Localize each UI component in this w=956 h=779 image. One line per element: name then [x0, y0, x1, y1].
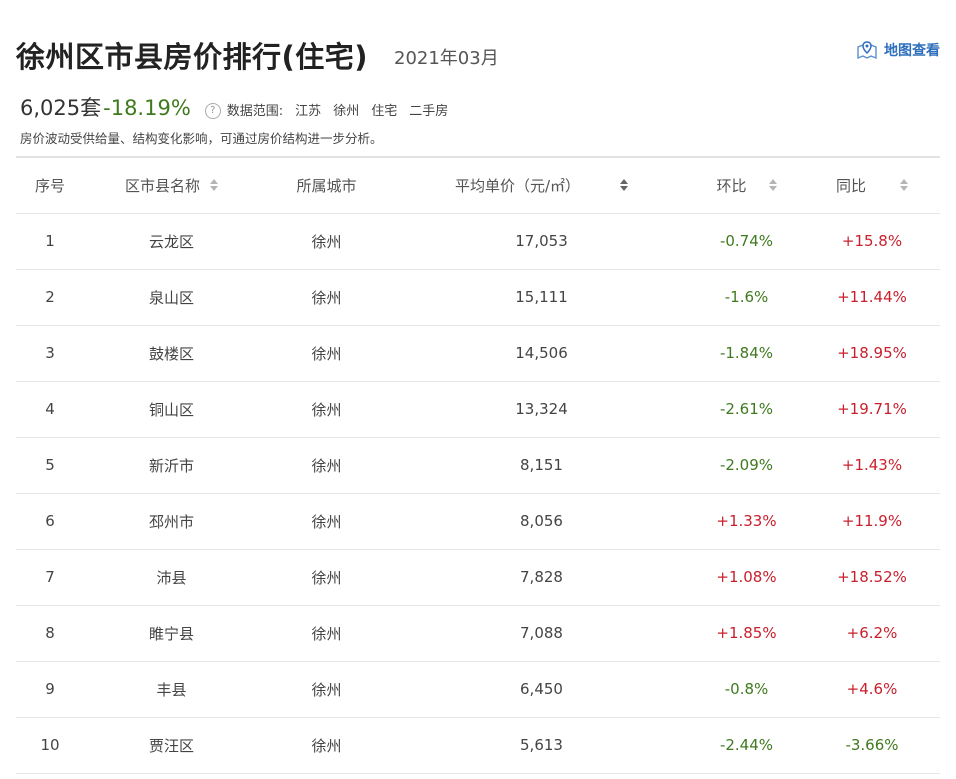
cell-district: 丰县 — [84, 661, 259, 718]
map-view-link[interactable]: 地图查看 — [856, 40, 940, 60]
cell-rank: 2 — [16, 269, 84, 326]
map-pin-icon — [856, 40, 878, 60]
table-row[interactable]: 6 邳州市 徐州 8,056 +1.33% +11.9% — [16, 493, 940, 550]
map-view-label: 地图查看 — [884, 43, 940, 59]
cell-city: 徐州 — [259, 269, 394, 326]
header-price[interactable]: 平均单价（元/㎡） — [394, 157, 689, 214]
cell-rank: 3 — [16, 325, 84, 382]
cell-city: 徐州 — [259, 381, 394, 438]
cell-district: 铜山区 — [84, 381, 259, 438]
cell-rank: 1 — [16, 213, 84, 270]
cell-rank: 4 — [16, 381, 84, 438]
cell-yoy: +4.6% — [804, 661, 940, 718]
cell-price: 13,324 — [394, 381, 689, 438]
price-change: -18.19% — [103, 96, 191, 120]
header-rank: 序号 — [16, 157, 84, 214]
page-header: 徐州区市县房价排行(住宅) 2021年03月 地图查看 — [16, 30, 940, 80]
table-row[interactable]: 9 丰县 徐州 6,450 -0.8% +4.6% — [16, 661, 940, 718]
cell-district: 沛县 — [84, 549, 259, 606]
cell-yoy: +18.52% — [804, 549, 940, 606]
table-row[interactable]: 4 铜山区 徐州 13,324 -2.61% +19.71% — [16, 381, 940, 438]
cell-city: 徐州 — [259, 213, 394, 270]
scope-market: 二手房 — [409, 104, 449, 119]
cell-district: 云龙区 — [84, 213, 259, 270]
table-row[interactable]: 1 云龙区 徐州 17,053 -0.74% +15.8% — [16, 213, 940, 270]
cell-rank: 6 — [16, 493, 84, 550]
cell-yoy: +11.9% — [804, 493, 940, 550]
cell-mom: -0.8% — [689, 661, 804, 718]
cell-mom: +1.85% — [689, 605, 804, 662]
cell-district: 贾汪区 — [84, 717, 259, 774]
cell-rank: 9 — [16, 661, 84, 718]
cell-city: 徐州 — [259, 549, 394, 606]
cell-district: 新沂市 — [84, 437, 259, 494]
scope-city: 徐州 — [333, 104, 360, 119]
table-row[interactable]: 8 睢宁县 徐州 7,088 +1.85% +6.2% — [16, 605, 940, 662]
sort-icon[interactable] — [900, 179, 908, 192]
cell-mom: -0.74% — [689, 213, 804, 270]
cell-yoy: +6.2% — [804, 605, 940, 662]
listing-count: 6,025套 — [20, 96, 102, 120]
header-district[interactable]: 区市县名称 — [84, 157, 259, 214]
table-row[interactable]: 7 沛县 徐州 7,828 +1.08% +18.52% — [16, 549, 940, 606]
cell-mom: -2.61% — [689, 381, 804, 438]
cell-district: 鼓楼区 — [84, 325, 259, 382]
cell-city: 徐州 — [259, 325, 394, 382]
cell-rank: 7 — [16, 549, 84, 606]
cell-price: 7,828 — [394, 549, 689, 606]
cell-price: 7,088 — [394, 605, 689, 662]
table-body: 1 云龙区 徐州 17,053 -0.74% +15.8% 2 泉山区 徐州 15,111 -1.6… — [16, 213, 940, 774]
cell-mom: -1.6% — [689, 269, 804, 326]
cell-mom: -1.84% — [689, 325, 804, 382]
cell-city: 徐州 — [259, 437, 394, 494]
ranking-table: 序号 区市县名称 所属城市 平均单价（元/㎡） 环比 同比 1 云龙区 徐州 17,0… — [16, 156, 940, 774]
cell-mom: -2.09% — [689, 437, 804, 494]
summary-bar: 6,025套 -18.19% ? 数据范围: 江苏 徐州 住宅 二手房 — [20, 92, 448, 122]
cell-price: 6,450 — [394, 661, 689, 718]
cell-price: 14,506 — [394, 325, 689, 382]
cell-mom: +1.08% — [689, 549, 804, 606]
table-header-row: 序号 区市县名称 所属城市 平均单价（元/㎡） 环比 同比 — [16, 157, 940, 214]
price-note: 房价波动受供给量、结构变化影响，可通过房价结构进一步分析。 — [20, 131, 383, 146]
cell-yoy: -3.66% — [804, 717, 940, 774]
cell-rank: 5 — [16, 437, 84, 494]
cell-city: 徐州 — [259, 605, 394, 662]
cell-city: 徐州 — [259, 493, 394, 550]
cell-price: 5,613 — [394, 717, 689, 774]
help-icon[interactable]: ? — [204, 102, 221, 119]
scope-label: 数据范围: — [226, 104, 284, 119]
table-row[interactable]: 10 贾汪区 徐州 5,613 -2.44% -3.66% — [16, 717, 940, 774]
report-date: 2021年03月 — [394, 48, 499, 69]
page-title: 徐州区市县房价排行(住宅) — [16, 40, 369, 74]
cell-price: 8,056 — [394, 493, 689, 550]
cell-yoy: +11.44% — [804, 269, 940, 326]
scope-province: 江苏 — [295, 104, 322, 119]
cell-yoy: +19.71% — [804, 381, 940, 438]
scope-type: 住宅 — [371, 104, 398, 119]
sort-icon[interactable] — [620, 179, 629, 192]
cell-yoy: +15.8% — [804, 213, 940, 270]
cell-mom: +1.33% — [689, 493, 804, 550]
header-yoy[interactable]: 同比 — [804, 157, 940, 214]
cell-district: 泉山区 — [84, 269, 259, 326]
cell-city: 徐州 — [259, 661, 394, 718]
header-city: 所属城市 — [259, 157, 394, 214]
sort-icon[interactable] — [210, 179, 218, 192]
cell-mom: -2.44% — [689, 717, 804, 774]
cell-price: 8,151 — [394, 437, 689, 494]
cell-yoy: +1.43% — [804, 437, 940, 494]
cell-city: 徐州 — [259, 717, 394, 774]
table-row[interactable]: 5 新沂市 徐州 8,151 -2.09% +1.43% — [16, 437, 940, 494]
sort-icon[interactable] — [768, 179, 777, 192]
cell-district: 邳州市 — [84, 493, 259, 550]
cell-rank: 10 — [16, 717, 84, 774]
table-row[interactable]: 3 鼓楼区 徐州 14,506 -1.84% +18.95% — [16, 325, 940, 382]
table-row[interactable]: 2 泉山区 徐州 15,111 -1.6% +11.44% — [16, 269, 940, 326]
cell-district: 睢宁县 — [84, 605, 259, 662]
cell-rank: 8 — [16, 605, 84, 662]
cell-price: 17,053 — [394, 213, 689, 270]
cell-price: 15,111 — [394, 269, 689, 326]
header-mom[interactable]: 环比 — [689, 157, 804, 214]
cell-yoy: +18.95% — [804, 325, 940, 382]
